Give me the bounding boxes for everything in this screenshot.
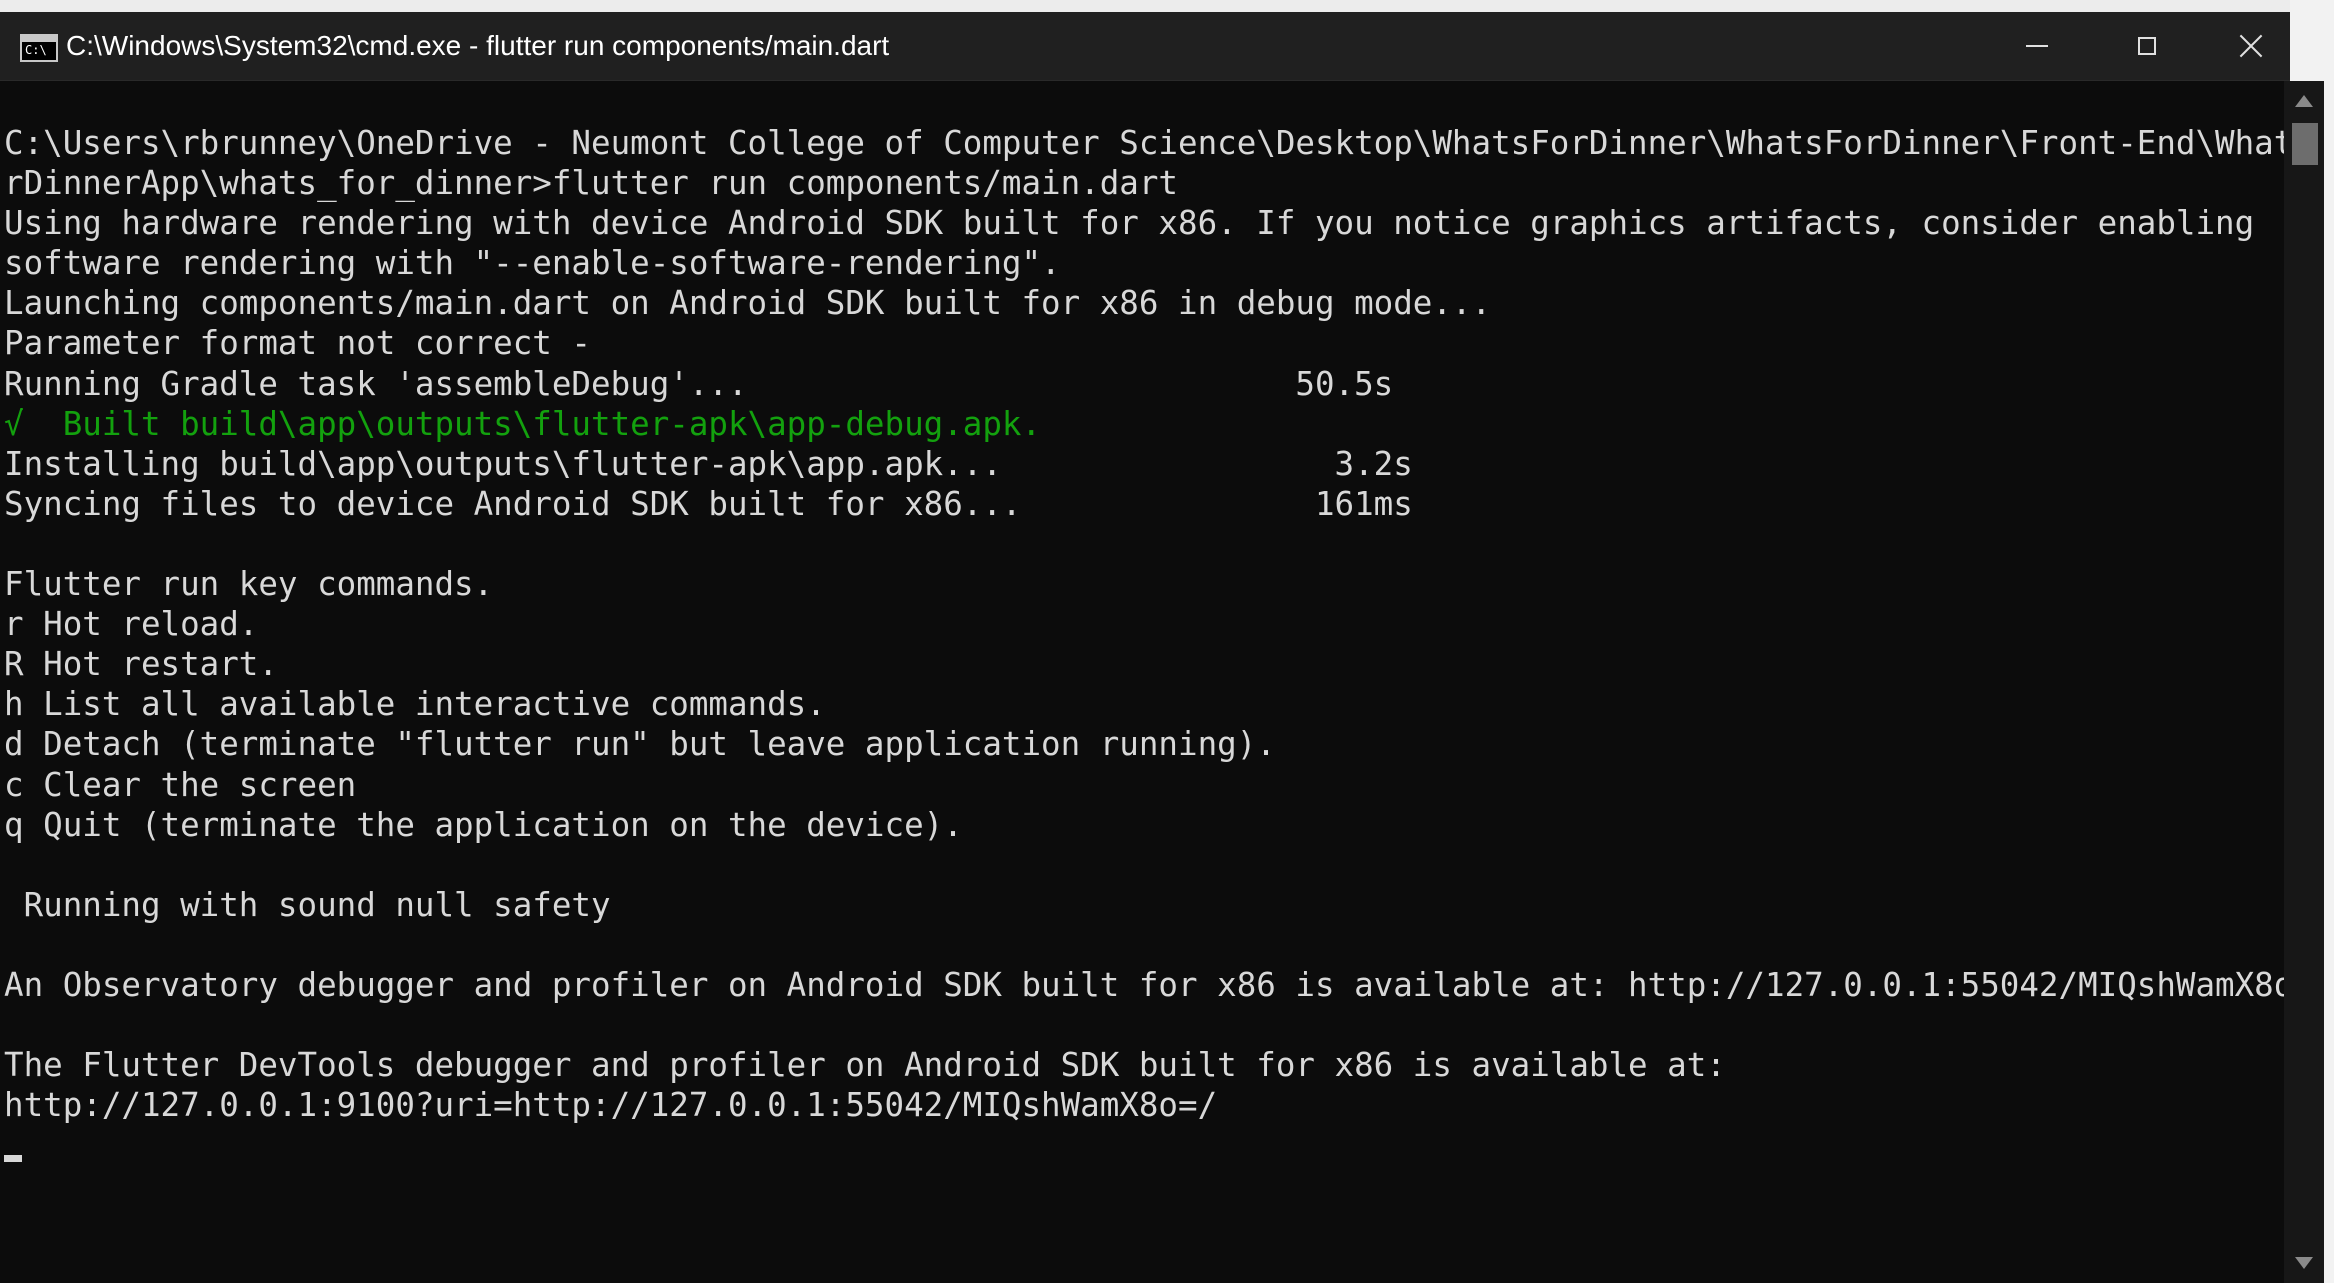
console-line: d Detach (terminate "flutter run" but le… xyxy=(4,725,1276,764)
console-cursor-line xyxy=(4,1125,2284,1165)
console-line: Launching components/main.dart on Androi… xyxy=(4,284,1492,323)
scroll-up-arrow-icon xyxy=(2295,95,2313,107)
console-line: C:\Users\rbrunney\OneDrive - Neumont Col… xyxy=(4,124,2284,162)
console-line: Parameter format not correct - xyxy=(4,324,591,363)
console-line: R Hot restart. xyxy=(4,645,278,684)
scroll-down-button[interactable] xyxy=(2284,1243,2324,1283)
close-icon xyxy=(2239,34,2263,58)
scroll-down-arrow-icon xyxy=(2295,1257,2313,1269)
cmd-window: C:\ C:\Windows\System32\cmd.exe - flutte… xyxy=(0,0,2334,1283)
console-line: Using hardware rendering with device And… xyxy=(4,204,2255,243)
cmd-icon-prompt: C:\ xyxy=(25,43,47,57)
maximize-icon xyxy=(2138,37,2156,55)
console-line: The Flutter DevTools debugger and profil… xyxy=(4,1046,1726,1085)
title-bar[interactable]: C:\ C:\Windows\System32\cmd.exe - flutte… xyxy=(0,12,2290,81)
console-line: Running Gradle task 'assembleDebug'... 5… xyxy=(4,364,1394,403)
console-line: An Observatory debugger and profiler on … xyxy=(4,965,2284,1004)
console-line: r Hot reload. xyxy=(4,605,259,644)
maximize-button[interactable] xyxy=(2092,12,2202,80)
text-cursor xyxy=(4,1155,22,1163)
scroll-up-button[interactable] xyxy=(2284,81,2324,121)
console-line: Running with sound null safety xyxy=(4,885,611,924)
console-line: √ Built build\app\outputs\flutter-apk\ap… xyxy=(4,404,1042,443)
scroll-thumb[interactable] xyxy=(2292,123,2318,165)
console-line: Installing build\app\outputs\flutter-apk… xyxy=(4,444,1413,483)
background-app-strip xyxy=(0,0,2334,12)
vertical-scrollbar[interactable] xyxy=(2284,81,2324,1283)
minimize-button[interactable] xyxy=(1982,12,2092,80)
window-title: C:\Windows\System32\cmd.exe - flutter ru… xyxy=(66,30,890,61)
console-line: h List all available interactive command… xyxy=(4,685,826,724)
console-line: c Clear the screen xyxy=(4,765,357,804)
console-lines: C:\Users\rbrunney\OneDrive - Neumont Col… xyxy=(4,123,2284,1165)
console-line: Syncing files to device Android SDK buil… xyxy=(4,484,1413,523)
console-line: http://127.0.0.1:9100?uri=http://127.0.0… xyxy=(4,1086,1218,1125)
console-line: q Quit (terminate the application on the… xyxy=(4,805,963,844)
close-button[interactable] xyxy=(2212,12,2290,80)
console-line: Flutter run key commands. xyxy=(4,565,494,604)
console-output[interactable]: C:\Users\rbrunney\OneDrive - Neumont Col… xyxy=(0,81,2284,1283)
console-line: software rendering with "--enable-softwa… xyxy=(4,244,1061,283)
minimize-icon xyxy=(2026,45,2048,47)
console-line: rDinnerApp\whats_for_dinner>flutter run … xyxy=(4,164,1178,203)
cmd-icon[interactable]: C:\ xyxy=(20,34,58,62)
